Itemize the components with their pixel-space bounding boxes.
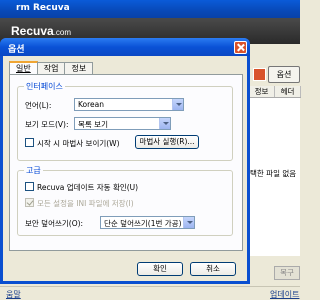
- help-link[interactable]: 움말: [6, 289, 21, 300]
- view-mode-select[interactable]: 목록 보기: [74, 117, 171, 130]
- tab-strip: 일반 작업 정보: [9, 61, 94, 75]
- main-window-title: rm Recuva: [16, 3, 70, 13]
- startup-wizard-label[interactable]: 시작 시 마법사 보이기(W): [37, 138, 120, 149]
- auto-update-label[interactable]: Recuva 업데이트 자동 확인(U): [37, 182, 138, 193]
- language-select[interactable]: Korean: [74, 98, 184, 111]
- chevron-down-icon[interactable]: [172, 99, 183, 110]
- results-table-header: 정보 헤더: [249, 86, 301, 98]
- clear-search-icon[interactable]: [253, 68, 266, 81]
- tab-general[interactable]: 일반: [9, 61, 38, 75]
- view-mode-value: 목록 보기: [78, 120, 108, 129]
- close-icon[interactable]: [234, 41, 247, 54]
- status-bar: 움말 업데이트: [0, 286, 300, 300]
- startup-wizard-checkbox[interactable]: [25, 138, 34, 147]
- no-file-selected-text: 택한 파일 없음: [250, 169, 297, 178]
- cancel-button[interactable]: 취소: [190, 262, 236, 276]
- check-updates-link[interactable]: 업데이트: [270, 289, 299, 300]
- dialog-body: 일반 작업 정보 인터페이스 언어(L): Korean 보기 모드(V): 목…: [3, 56, 247, 281]
- options-button[interactable]: 옵션: [268, 66, 300, 83]
- run-wizard-button[interactable]: 마법사 실행(R)...: [135, 135, 199, 149]
- auto-update-checkbox[interactable]: [25, 182, 34, 191]
- advanced-group: 고급 Recuva 업데이트 자동 확인(U) 모든 설정을 INI 파일에 저…: [17, 165, 233, 236]
- brand-logo: Recuva.com: [11, 24, 72, 38]
- secure-overwrite-value: 단순 덮어쓰기(1번 가공): [104, 219, 182, 228]
- column-header-info[interactable]: 정보: [249, 86, 275, 97]
- options-dialog: 옵션 일반 작업 정보 인터페이스 언어(L): Korean 보기 모드(V)…: [0, 38, 250, 284]
- interface-group: 인터페이스 언어(L): Korean 보기 모드(V): 목록 보기 시작 시…: [17, 81, 233, 161]
- dialog-title: 옵션: [8, 45, 25, 55]
- chevron-down-icon[interactable]: [183, 217, 194, 228]
- column-header-header[interactable]: 헤더: [275, 86, 301, 97]
- advanced-group-label: 고급: [24, 165, 43, 176]
- language-label: 언어(L):: [25, 101, 52, 110]
- save-ini-checkbox[interactable]: [25, 198, 34, 207]
- general-tab-panel: 인터페이스 언어(L): Korean 보기 모드(V): 목록 보기 시작 시…: [9, 74, 243, 251]
- secure-overwrite-label: 보안 덮어쓰기(O):: [25, 219, 84, 228]
- dialog-titlebar: 옵션: [0, 38, 250, 56]
- restore-button[interactable]: 복구: [274, 266, 300, 280]
- language-value: Korean: [78, 100, 105, 109]
- ok-button[interactable]: 확인: [137, 262, 183, 276]
- interface-group-label: 인터페이스: [24, 81, 65, 92]
- view-mode-label: 보기 모드(V):: [25, 120, 69, 129]
- save-ini-label: 모든 설정을 INI 파일에 저장(I): [37, 199, 134, 208]
- main-window-titlebar: rm Recuva: [0, 0, 300, 18]
- chevron-down-icon[interactable]: [159, 118, 170, 129]
- secure-overwrite-select[interactable]: 단순 덮어쓰기(1번 가공): [100, 216, 195, 229]
